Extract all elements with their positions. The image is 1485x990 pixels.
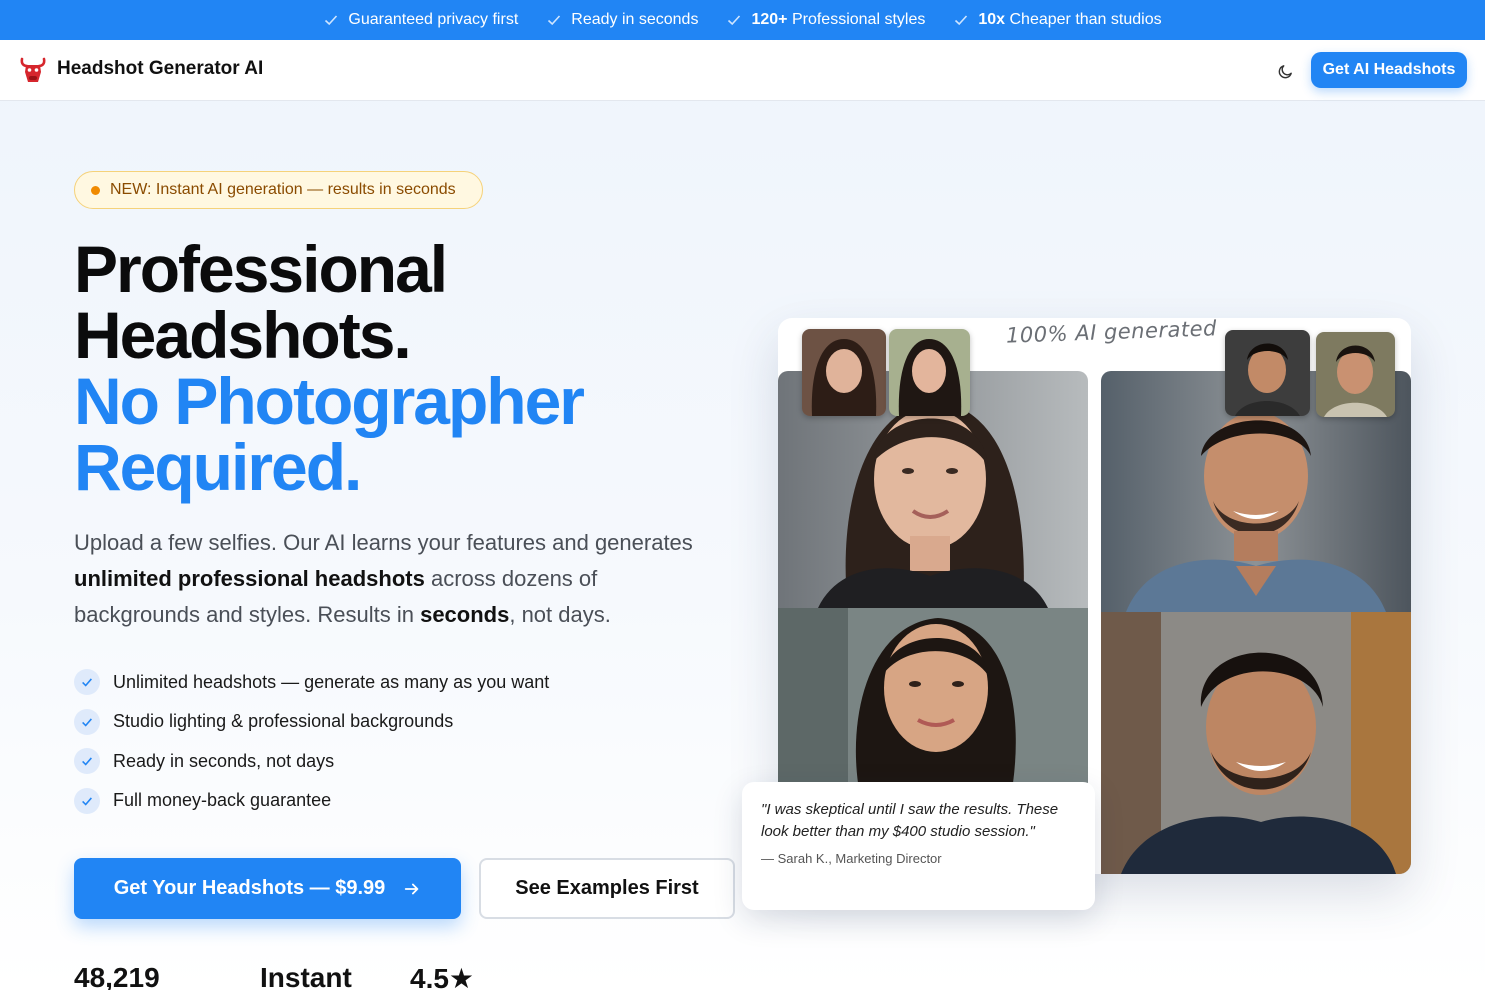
testimonial-quote: "I was skeptical until I saw the results…	[761, 801, 1059, 840]
get-ai-headshots-button[interactable]: Get AI Headshots	[1311, 52, 1467, 88]
check-icon	[548, 15, 561, 26]
headshot-photo	[778, 608, 1088, 783]
see-examples-button[interactable]: See Examples First	[479, 858, 735, 919]
description-highlight: seconds	[420, 602, 510, 627]
thumbnail-photo	[889, 329, 970, 416]
banner-item-highlight: 120+	[751, 11, 788, 28]
banner-item-label: Professional styles	[787, 11, 926, 28]
stat-speed: Instant	[260, 962, 352, 990]
stat-users: 48,219	[74, 962, 160, 990]
banner-item-speed: Ready in seconds	[546, 11, 698, 29]
hero-headline: Professional Headshots. No Photographer …	[74, 232, 585, 504]
headline-accent-line: No Photographer	[74, 364, 585, 438]
testimonial-author: — Sarah K., Marketing Director	[761, 851, 942, 866]
headshot-photo	[1101, 612, 1411, 874]
feature-item: Studio lighting & professional backgroun…	[74, 708, 549, 736]
badge-text: NEW: Instant AI generation — results in …	[110, 181, 456, 198]
get-your-headshots-button[interactable]: Get Your Headshots — $9.99	[74, 858, 461, 919]
check-circle-icon	[74, 669, 100, 695]
feature-label: Ready in seconds, not days	[113, 750, 335, 771]
thumbnail-photo	[1225, 330, 1310, 416]
check-circle-icon	[74, 748, 100, 774]
feature-list: Unlimited headshots — generate as many a…	[74, 668, 549, 826]
banner-item-price: 10x Cheaper than studios	[953, 11, 1162, 29]
feature-item: Full money-back guarantee	[74, 787, 549, 815]
top-banner: Guaranteed privacy first Ready in second…	[0, 0, 1485, 40]
banner-item-label: Ready in seconds	[571, 11, 699, 28]
feature-label: Studio lighting & professional backgroun…	[113, 711, 454, 731]
headline-line: Headshots.	[74, 298, 412, 372]
banner-item-label: Guaranteed privacy first	[348, 11, 519, 28]
cta-label: Get Your Headshots — $9.99	[113, 877, 386, 899]
navbar: Headshot Generator AI Get AI Headshots	[0, 40, 1485, 101]
check-circle-icon	[74, 708, 100, 735]
headline-line: Professional	[74, 232, 448, 306]
description-highlight: unlimited professional headshots	[74, 566, 425, 591]
status-dot	[91, 185, 100, 195]
theme-toggle-button[interactable]	[1273, 59, 1297, 83]
bull-logo-icon[interactable]	[19, 55, 47, 85]
thumbnail-photo	[1316, 332, 1395, 417]
banner-item-highlight: 10x	[978, 11, 1006, 28]
arrow-right-icon	[405, 883, 419, 894]
feature-item: Ready in seconds, not days	[74, 747, 549, 775]
new-feature-badge: NEW: Instant AI generation — results in …	[74, 171, 483, 209]
check-icon	[955, 15, 968, 26]
headline-accent-line: Required.	[74, 430, 362, 504]
feature-label: Full money-back guarantee	[113, 790, 332, 810]
banner-item-privacy: Guaranteed privacy first	[323, 11, 518, 29]
feature-item: Unlimited headshots — generate as many a…	[74, 668, 549, 696]
testimonial-card: "I was skeptical until I saw the results…	[742, 782, 1095, 910]
moon-icon	[1278, 64, 1292, 78]
banner-item-label: Cheaper than studios	[1005, 11, 1162, 28]
feature-label: Unlimited headshots — generate as many a…	[113, 671, 550, 692]
brand-name[interactable]: Headshot Generator AI	[57, 58, 263, 80]
stats-row: 48,219 Instant 4.5★	[74, 962, 534, 990]
hero-description: Upload a few selfies. Our AI learns your…	[74, 530, 693, 627]
check-circle-icon	[74, 787, 100, 814]
banner-item-styles: 120+ Professional styles	[726, 11, 925, 29]
thumbnail-photo	[802, 329, 886, 416]
check-icon	[728, 15, 741, 26]
check-icon	[325, 15, 338, 26]
stat-rating: 4.5★	[410, 963, 475, 990]
